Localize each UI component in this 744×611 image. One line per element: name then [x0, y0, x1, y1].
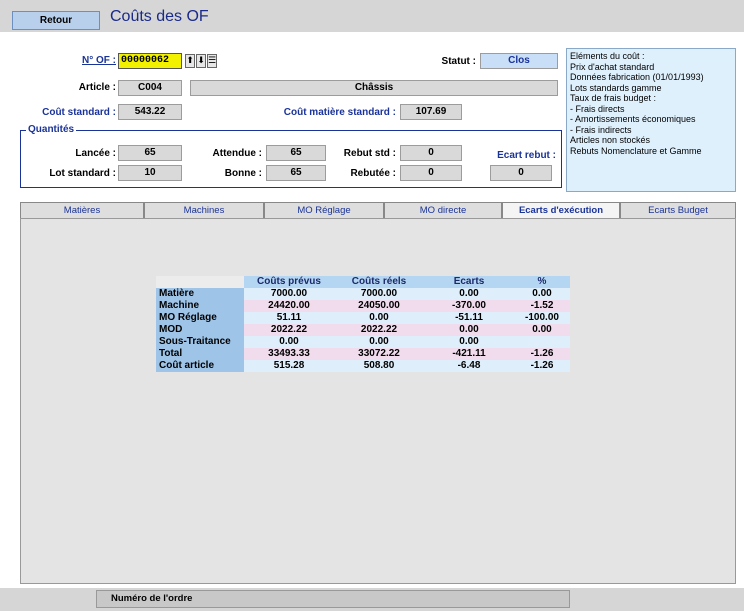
table-cell: 7000.00 [244, 288, 334, 300]
info-line: - Amortissements économiques [570, 114, 696, 124]
table-cell: -1.26 [514, 360, 570, 372]
table-row: MO Réglage 51.11 0.00 -51.11 -100.00 [156, 312, 570, 324]
rebutee-label: Rebutée : [350, 168, 396, 179]
table-cell: -6.48 [424, 360, 514, 372]
table-cell: -100.00 [514, 312, 570, 324]
row-label: Coût article [156, 360, 244, 372]
row-label: Sous-Traitance [156, 336, 244, 348]
table-cell: 0.00 [424, 336, 514, 348]
row-label: Machine [156, 300, 244, 312]
table-cell: 2022.22 [334, 324, 424, 336]
column-header: Ecarts [424, 276, 514, 288]
page-title: Coûts des OF [110, 8, 209, 25]
ecart-rebut-value: 0 [490, 165, 552, 181]
tab-machines[interactable]: Machines [144, 202, 264, 219]
table-cell: 33493.33 [244, 348, 334, 360]
table-cell: 0.00 [514, 288, 570, 300]
info-line: Prix d'achat standard [570, 61, 655, 72]
info-line: Eléments du coût : [570, 51, 645, 61]
cout-matiere-value: 107.69 [400, 104, 462, 120]
column-header: % [514, 276, 570, 288]
bonne-label: Bonne : [224, 168, 262, 179]
tab-matieres[interactable]: Matières [20, 202, 144, 219]
column-header: Coûts réels [334, 276, 424, 288]
table-row: Coût article 515.28 508.80 -6.48 -1.26 [156, 360, 570, 372]
table-cell: -1.52 [514, 300, 570, 312]
ecarts-table: Coûts prévus Coûts réels Ecarts % Matièr… [156, 276, 570, 372]
table-cell: 7000.00 [334, 288, 424, 300]
article-name-field: Châssis [190, 80, 558, 96]
table-cell: -370.00 [424, 300, 514, 312]
table-cell [514, 336, 570, 348]
info-line: - Frais indirects [570, 124, 632, 135]
of-number-label[interactable]: N° OF : [60, 55, 116, 66]
next-arrow-icon[interactable]: ⬇ [196, 54, 206, 68]
statut-value: Clos [480, 53, 558, 69]
table-cell: 24050.00 [334, 300, 424, 312]
info-line: Lots standards gamme [570, 82, 662, 93]
tab-bar: Matières Machines MO Réglage MO directe … [20, 202, 736, 220]
tab-mo-reglage[interactable]: MO Réglage [264, 202, 384, 219]
row-label: Total [156, 348, 244, 360]
rebutee-value: 0 [400, 165, 462, 181]
tab-ecarts-budget[interactable]: Ecarts Budget [620, 202, 736, 219]
cout-matiere-label: Coût matière standard : [283, 107, 396, 118]
table-row: MOD 2022.22 2022.22 0.00 0.00 [156, 324, 570, 336]
cost-elements-info: Eléments du coût : Prix d'achat standard… [566, 48, 736, 192]
cout-standard-value: 543.22 [118, 104, 182, 120]
previous-arrow-icon[interactable]: ⬆ [185, 54, 195, 68]
lancee-label: Lancée : [75, 148, 116, 159]
table-row: Sous-Traitance 0.00 0.00 0.00 [156, 336, 570, 348]
table-cell: 0.00 [424, 324, 514, 336]
article-code-field[interactable]: C004 [118, 80, 182, 96]
lancee-value: 65 [118, 145, 182, 161]
statut-label: Statut : [441, 56, 476, 67]
table-cell: 0.00 [334, 336, 424, 348]
list-icon[interactable]: ☰ [207, 54, 217, 68]
info-line: Articles non stockés [570, 135, 651, 145]
column-header: Coûts prévus [244, 276, 334, 288]
attendue-value: 65 [266, 145, 326, 161]
table-cell: 33072.22 [334, 348, 424, 360]
row-label: MO Réglage [156, 312, 244, 324]
table-cell: 51.11 [244, 312, 334, 324]
info-line: Rebuts Nomenclature et Gamme [570, 145, 702, 156]
lot-standard-label: Lot standard : [49, 168, 116, 179]
table-cell: 515.28 [244, 360, 334, 372]
table-cell: 0.00 [424, 288, 514, 300]
of-number-input[interactable]: 00000062 [118, 53, 182, 69]
table-header-row: Coûts prévus Coûts réels Ecarts % [156, 276, 570, 288]
bonne-value: 65 [266, 165, 326, 181]
table-corner [156, 276, 244, 288]
cout-standard-label: Coût standard : [42, 107, 116, 118]
table-cell: 0.00 [244, 336, 334, 348]
quantites-title: Quantités [26, 124, 77, 135]
table-cell: -51.11 [424, 312, 514, 324]
table-row: Machine 24420.00 24050.00 -370.00 -1.52 [156, 300, 570, 312]
status-text: Numéro de l'ordre [96, 590, 570, 608]
table-cell: 508.80 [334, 360, 424, 372]
info-line: Taux de frais budget : [570, 93, 657, 103]
ecart-rebut-label: Ecart rebut : [497, 150, 556, 161]
row-label: MOD [156, 324, 244, 336]
table-cell: 2022.22 [244, 324, 334, 336]
info-line: - Frais directs [570, 103, 625, 114]
table-cell: 0.00 [514, 324, 570, 336]
table-row: Matière 7000.00 7000.00 0.00 0.00 [156, 288, 570, 300]
tab-panel [20, 218, 736, 584]
table-row: Total 33493.33 33072.22 -421.11 -1.26 [156, 348, 570, 360]
rebut-std-label: Rebut std : [343, 148, 396, 159]
row-label: Matière [156, 288, 244, 300]
table-cell: -1.26 [514, 348, 570, 360]
article-label: Article : [78, 82, 116, 93]
attendue-label: Attendue : [212, 148, 262, 159]
retour-button[interactable]: Retour [12, 11, 100, 30]
table-cell: -421.11 [424, 348, 514, 360]
table-cell: 24420.00 [244, 300, 334, 312]
info-line: Données fabrication (01/01/1993) [570, 72, 704, 82]
table-cell: 0.00 [334, 312, 424, 324]
lot-standard-value: 10 [118, 165, 182, 181]
rebut-std-value: 0 [400, 145, 462, 161]
tab-mo-directe[interactable]: MO directe [384, 202, 502, 219]
